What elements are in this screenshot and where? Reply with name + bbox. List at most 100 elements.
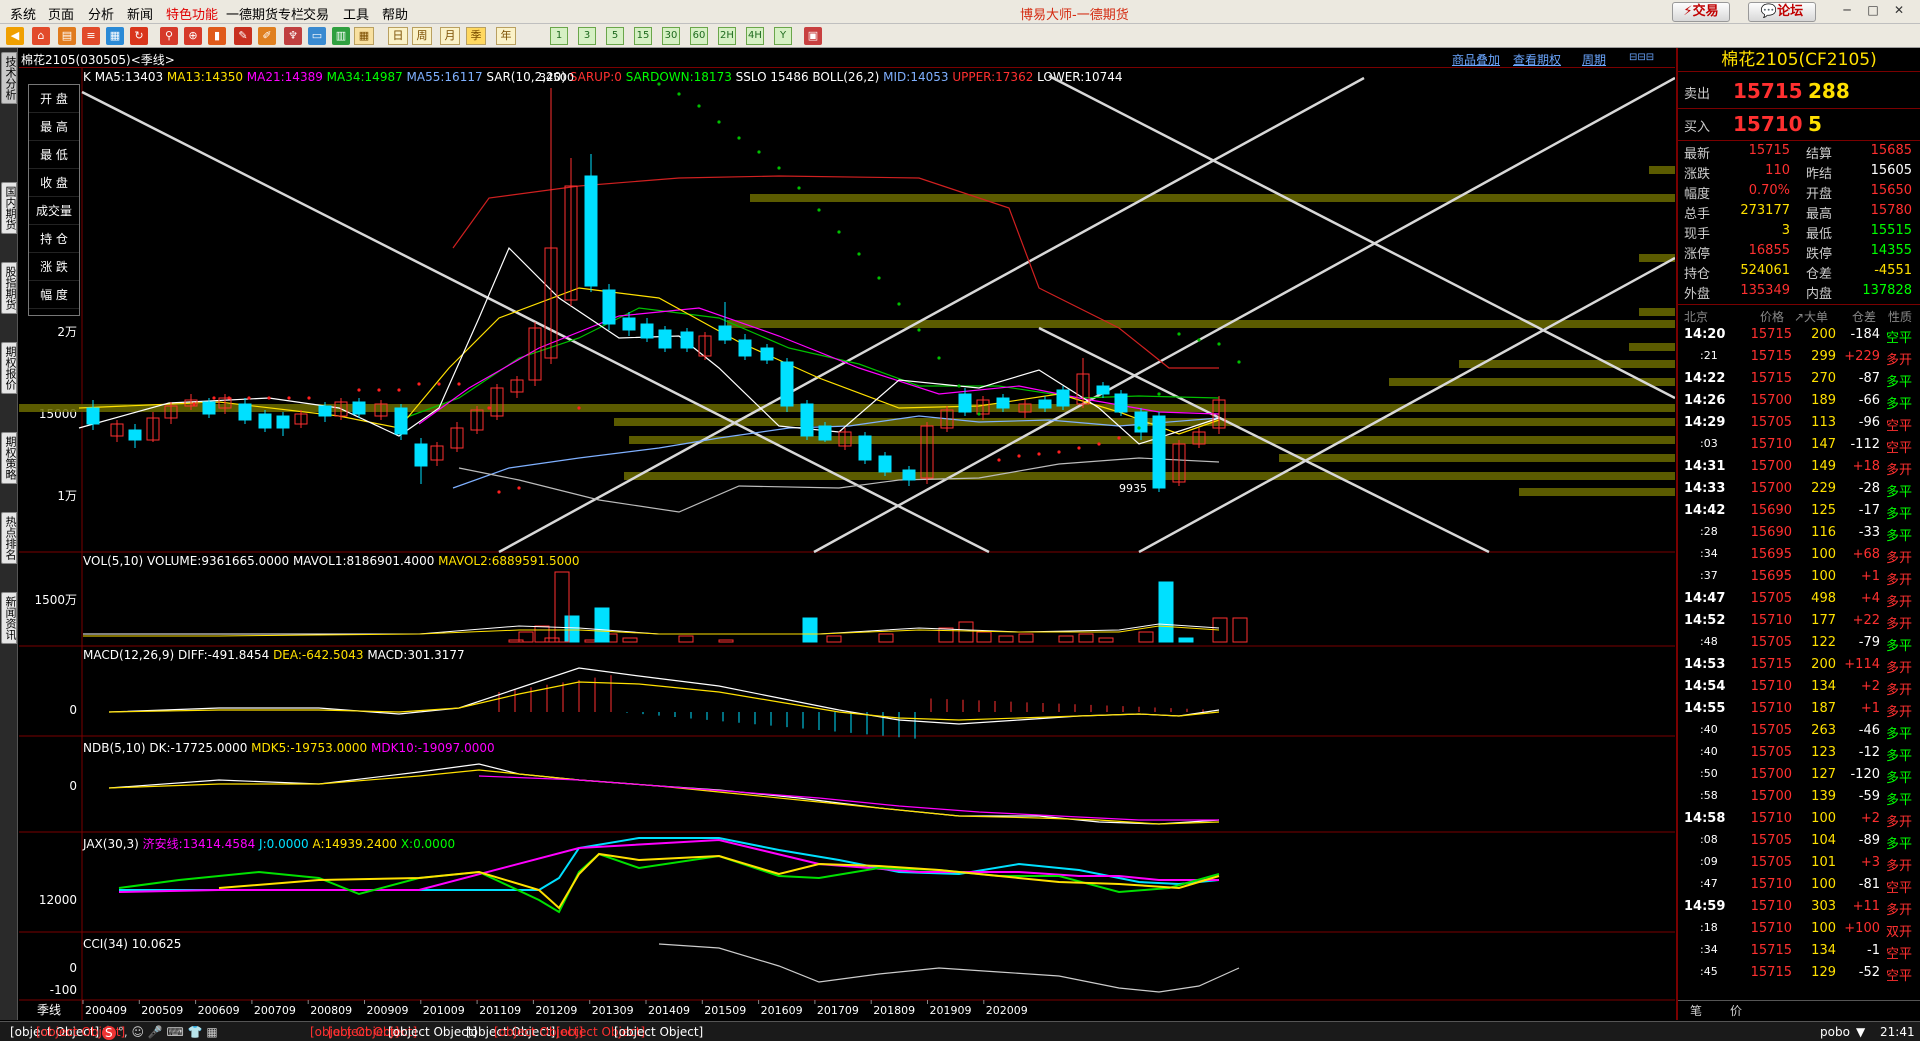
tab-domestic-futures[interactable]: 国内期货: [1, 182, 17, 234]
brush-icon[interactable]: ✐: [258, 27, 276, 45]
menu-special[interactable]: 特色功能: [166, 4, 218, 23]
tab-option-strategy[interactable]: 期权策略: [1, 432, 17, 484]
tab-hot-ranking[interactable]: 热点排名: [1, 512, 17, 564]
view-options-link[interactable]: 查看期权: [1513, 51, 1561, 68]
menu-system[interactable]: 系统: [10, 4, 36, 23]
draw-icon[interactable]: ✎: [234, 27, 252, 45]
trend-lines[interactable]: [81, 74, 1676, 554]
tick-row[interactable]: :28 15690 116 -33 多平: [1678, 522, 1920, 544]
period-30-button[interactable]: 30: [662, 27, 680, 45]
tick-row[interactable]: :03 15710 147 -112 空平: [1678, 434, 1920, 456]
kline-chart[interactable]: 2万 15000 1万 1500万 0 0 12000 0 -100 季线 K …: [19, 68, 1676, 1020]
sell-row[interactable]: 卖出 15715 288: [1678, 76, 1920, 106]
sell-volume: 288: [1808, 79, 1850, 103]
tab-by-trade[interactable]: 笔: [1690, 1002, 1702, 1019]
menu-tools[interactable]: 工具: [343, 4, 369, 23]
tab-news[interactable]: 新闻资讯: [1, 592, 17, 644]
period-60-button[interactable]: 60: [690, 27, 708, 45]
tick-row[interactable]: 14:52 15710 177 +22 多开: [1678, 610, 1920, 632]
buy-row[interactable]: 买入 15710 5: [1678, 108, 1920, 138]
tick-row[interactable]: :08 15705 104 -89 多平: [1678, 830, 1920, 852]
tick-row[interactable]: 14:42 15690 125 -17 多平: [1678, 500, 1920, 522]
tick-row[interactable]: 14:58 15710 100 +2 多开: [1678, 808, 1920, 830]
tick-row[interactable]: :09 15705 101 +3 多开: [1678, 852, 1920, 874]
period-2h-button[interactable]: 2H: [718, 27, 736, 45]
kline-icon[interactable]: ▮: [208, 27, 226, 45]
trade-button[interactable]: ⚡交易: [1672, 2, 1730, 22]
tab-option-quotes[interactable]: 期权报价: [1, 342, 17, 394]
tick-row[interactable]: :37 15695 100 +1 多开: [1678, 566, 1920, 588]
tab-index-futures[interactable]: 股指期货: [1, 262, 17, 314]
minimize-icon[interactable]: ─: [1836, 2, 1858, 20]
period-quarter-button[interactable]: 季: [466, 27, 486, 45]
window-icon[interactable]: ▭: [308, 27, 326, 45]
period-15-button[interactable]: 15: [634, 27, 652, 45]
tick-row[interactable]: :34 15695 100 +68 多开: [1678, 544, 1920, 566]
tab-technical-analysis[interactable]: 技术分析: [1, 52, 17, 104]
chart-icon[interactable]: ▥: [332, 27, 350, 45]
tick-row[interactable]: 14:54 15710 134 +2 多开: [1678, 676, 1920, 698]
list-icon[interactable]: ≡: [82, 27, 100, 45]
settings-icon[interactable]: ▣: [804, 27, 822, 45]
tick-row[interactable]: :50 15700 127 -120 多平: [1678, 764, 1920, 786]
menu-help[interactable]: 帮助: [382, 4, 408, 23]
tick-time: :34: [1700, 547, 1718, 560]
tick-row[interactable]: 14:55 15710 187 +1 多开: [1678, 698, 1920, 720]
menu-trade[interactable]: 交易: [303, 4, 329, 23]
sar-dot: [192, 402, 196, 406]
tick-row[interactable]: :18 15710 100 +100 双开: [1678, 918, 1920, 940]
grid-icon[interactable]: ▦: [106, 27, 124, 45]
tick-row[interactable]: :58 15700 139 -59 多平: [1678, 786, 1920, 808]
tick-row[interactable]: 14:59 15710 303 +11 多开: [1678, 896, 1920, 918]
home-icon[interactable]: ⌂: [32, 27, 50, 45]
forum-button[interactable]: 💬论坛: [1748, 2, 1816, 22]
ime-toolbar-icon[interactable]: S 中 °, ☺ 🎤 ⌨ 👕 ▦: [102, 1023, 218, 1040]
search-icon[interactable]: ⚲: [160, 27, 178, 45]
menu-page[interactable]: 页面: [48, 4, 74, 23]
refresh-icon[interactable]: ↻: [130, 27, 148, 45]
chart-panes[interactable]: 2万 15000 1万 1500万 0 0 12000 0 -100 季线 K …: [19, 68, 1676, 1020]
period-4h-button[interactable]: 4H: [746, 27, 764, 45]
tick-row[interactable]: 14:20 15715 200 -184 空平: [1678, 324, 1920, 346]
overlay-link[interactable]: 商品叠加: [1452, 51, 1500, 68]
calc-icon[interactable]: ▦: [354, 27, 374, 45]
tick-row[interactable]: 14:47 15705 498 +4 多开: [1678, 588, 1920, 610]
cycle-link[interactable]: 周期: [1582, 51, 1606, 68]
period-5-button[interactable]: 5: [606, 27, 624, 45]
tick-row[interactable]: 14:31 15700 149 +18 多开: [1678, 456, 1920, 478]
tick-row[interactable]: 14:22 15715 270 -87 多平: [1678, 368, 1920, 390]
layout-icon[interactable]: ⊟⊟⊟: [1629, 52, 1654, 63]
tick-row[interactable]: 14:29 15705 113 -96 空平: [1678, 412, 1920, 434]
menu-news[interactable]: 新闻: [127, 4, 153, 23]
cup-icon[interactable]: ♆: [284, 27, 302, 45]
tick-row[interactable]: 14:33 15700 229 -28 多平: [1678, 478, 1920, 500]
tick-row[interactable]: 14:53 15715 200 +114 多开: [1678, 654, 1920, 676]
period-3-button[interactable]: 3: [578, 27, 596, 45]
close-icon[interactable]: ✕: [1888, 2, 1910, 20]
menu-yide-column[interactable]: 一德期货专栏: [226, 4, 304, 23]
tick-row[interactable]: :48 15705 122 -79 多平: [1678, 632, 1920, 654]
trend-line[interactable]: [813, 76, 1676, 554]
maximize-icon[interactable]: □: [1862, 2, 1884, 20]
menu-analysis[interactable]: 分析: [88, 4, 114, 23]
back-icon[interactable]: ◀: [6, 27, 24, 45]
sar-dot: [417, 382, 421, 386]
folder-icon[interactable]: ▤: [58, 27, 76, 45]
period-1-button[interactable]: 1: [550, 27, 568, 45]
tick-row[interactable]: :40 15705 123 -12 多平: [1678, 742, 1920, 764]
tick-row[interactable]: :21 15715 299 +229 多开: [1678, 346, 1920, 368]
period-year-button[interactable]: 年: [496, 27, 516, 45]
period-y-button[interactable]: Y: [774, 27, 792, 45]
period-week-button[interactable]: 周: [412, 27, 432, 45]
tick-row[interactable]: :47 15710 100 -81 空平: [1678, 874, 1920, 896]
tab-by-price[interactable]: 价: [1730, 1002, 1742, 1019]
tick-row[interactable]: :34 15715 134 -1 空平: [1678, 940, 1920, 962]
period-day-button[interactable]: 日: [388, 27, 408, 45]
tick-row[interactable]: :45 15715 129 -52 空平: [1678, 962, 1920, 984]
sar-dot: [397, 388, 401, 392]
period-month-button[interactable]: 月: [440, 27, 460, 45]
tick-row[interactable]: :40 15705 263 -46 多平: [1678, 720, 1920, 742]
zoom-icon[interactable]: ⊕: [184, 27, 202, 45]
tick-row[interactable]: 14:26 15700 189 -66 多平: [1678, 390, 1920, 412]
trend-line[interactable]: [1048, 74, 1676, 400]
